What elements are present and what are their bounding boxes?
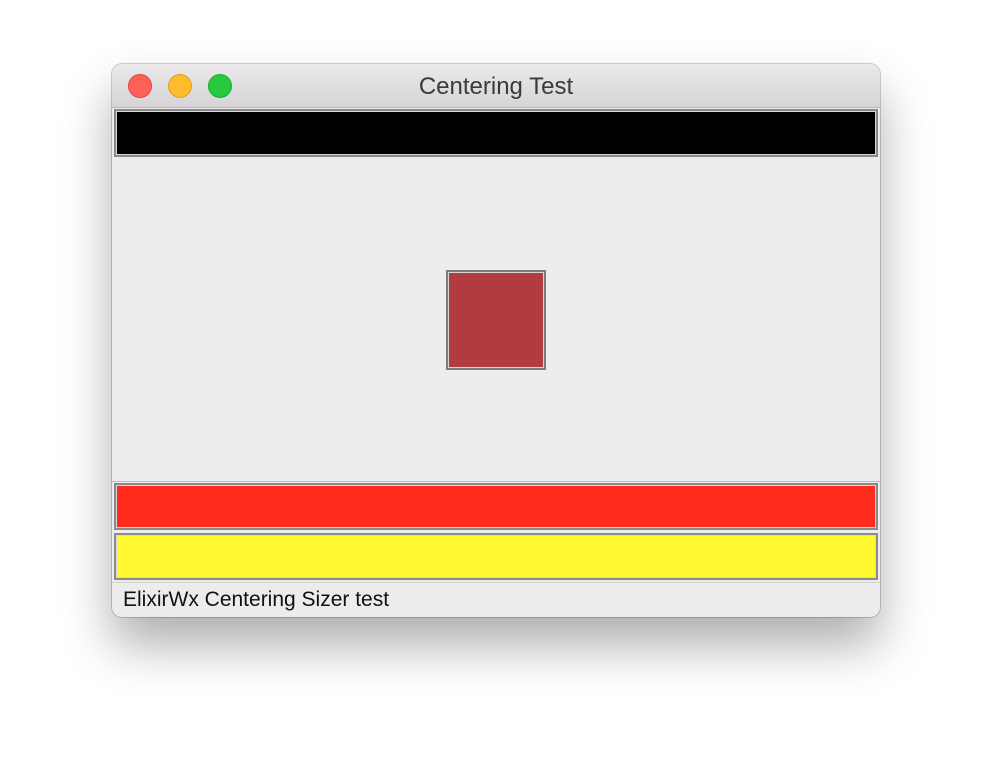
status-text: ElixirWx Centering Sizer test [123, 588, 390, 611]
window-title: Centering Test [418, 73, 574, 100]
window-content: ElixirWx Centering Sizer test [112, 108, 880, 617]
centered-red-square [446, 270, 546, 370]
yellow-panel [114, 533, 878, 580]
centering-area [112, 158, 880, 482]
red-panel [114, 483, 878, 530]
black-panel [114, 109, 878, 157]
title-bar[interactable]: Centering Test [112, 64, 880, 108]
app-window: Centering Test ElixirWx Centering Sizer … [112, 64, 880, 617]
status-bar: ElixirWx Centering Sizer test [112, 582, 880, 617]
